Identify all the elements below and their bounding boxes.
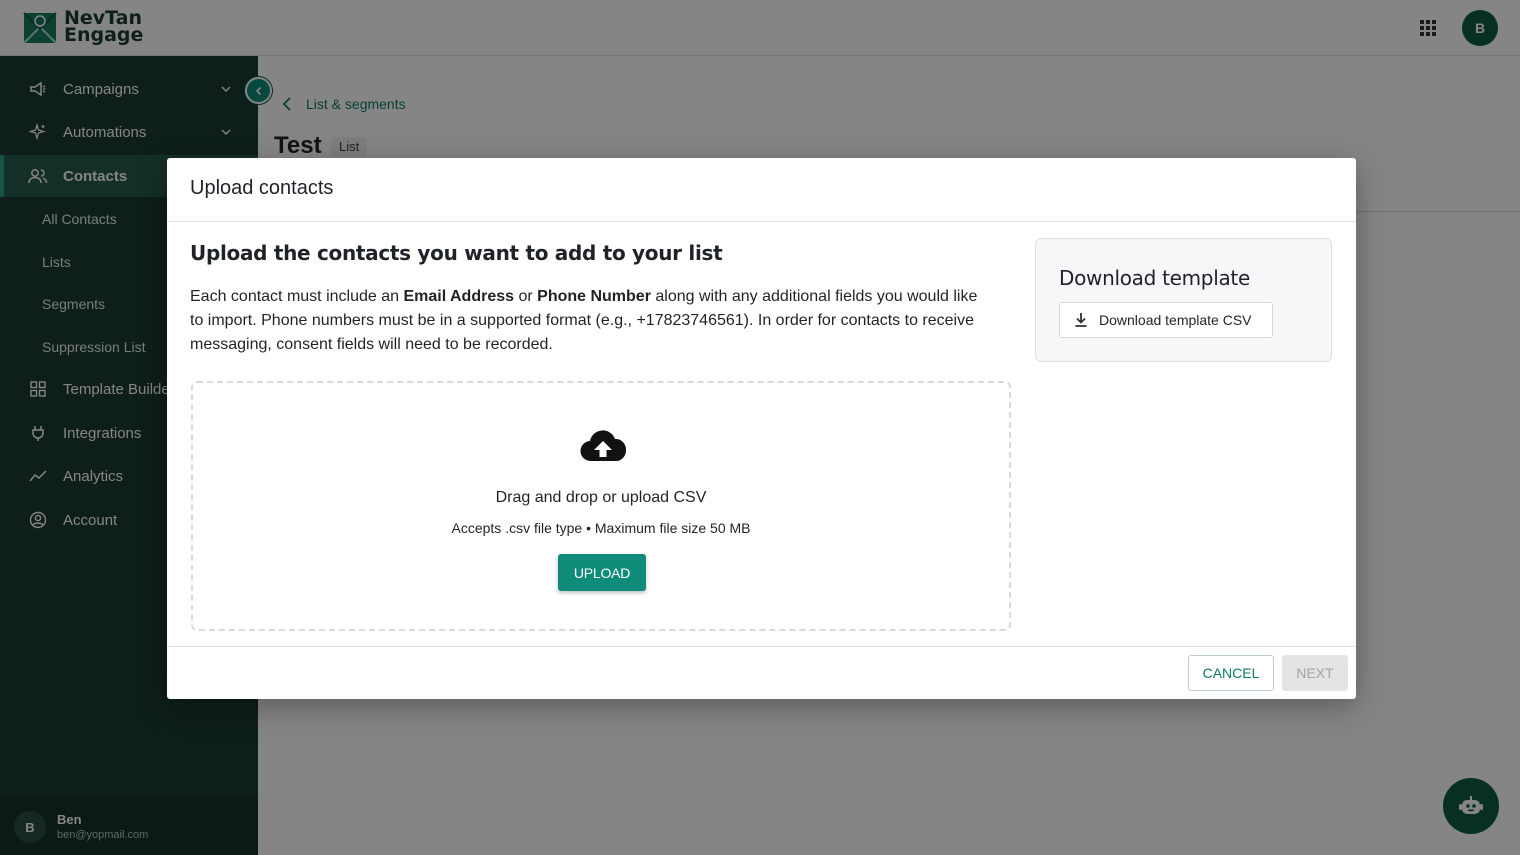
desc-bold-email: Email Address bbox=[403, 288, 515, 305]
desc-text: or bbox=[514, 288, 538, 305]
divider bbox=[167, 221, 1356, 222]
desc-bold-phone: Phone Number bbox=[537, 288, 651, 305]
upload-contacts-modal: Upload contacts Upload the contacts you … bbox=[167, 158, 1356, 699]
download-template-button[interactable]: Download template CSV bbox=[1059, 302, 1273, 338]
download-template-card: Download template Download template CSV bbox=[1035, 238, 1332, 362]
template-card-title: Download template bbox=[1059, 266, 1250, 290]
divider bbox=[167, 646, 1356, 647]
cancel-button[interactable]: CANCEL bbox=[1188, 655, 1274, 691]
section-title: Upload the contacts you want to add to y… bbox=[190, 241, 723, 265]
next-button[interactable]: NEXT bbox=[1282, 655, 1348, 691]
dropzone-subtitle: Accepts .csv file type • Maximum file si… bbox=[451, 520, 751, 536]
cloud-upload-icon bbox=[580, 430, 627, 462]
modal-title: Upload contacts bbox=[190, 177, 334, 199]
download-icon bbox=[1075, 313, 1087, 327]
download-template-label: Download template CSV bbox=[1099, 312, 1252, 328]
dropzone-title: Drag and drop or upload CSV bbox=[495, 489, 707, 506]
desc-text: Each contact must include an bbox=[190, 288, 404, 305]
upload-instructions: Each contact must include an Email Addre… bbox=[190, 285, 990, 357]
csv-dropzone[interactable]: Drag and drop or upload CSV Accepts .csv… bbox=[191, 381, 1011, 631]
upload-button[interactable]: UPLOAD bbox=[558, 554, 646, 591]
